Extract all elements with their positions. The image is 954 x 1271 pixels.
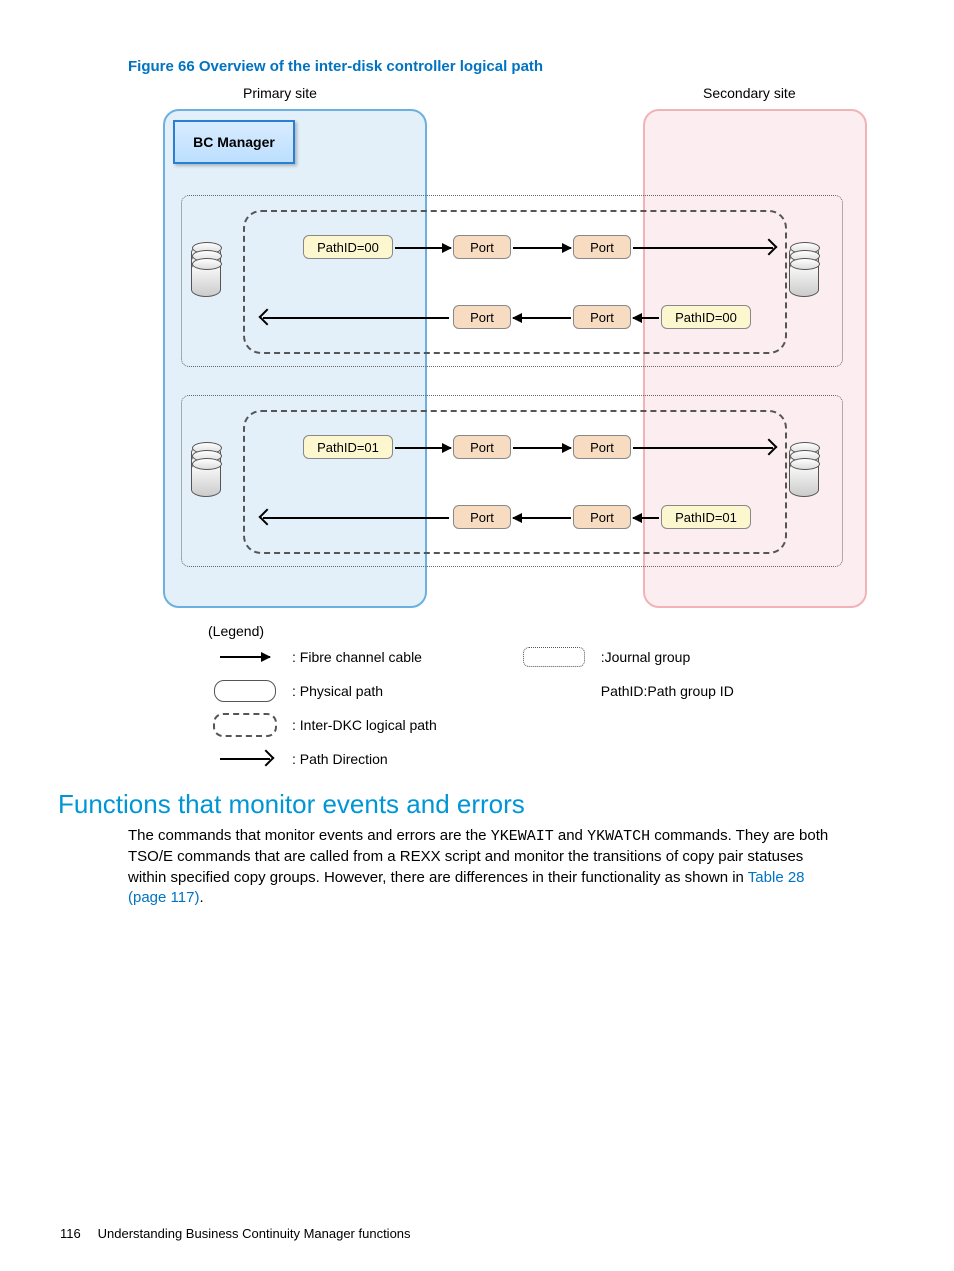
chapter-title: Understanding Business Continuity Manage… — [98, 1226, 411, 1241]
text: . — [199, 889, 203, 906]
logical-path-2 — [243, 410, 787, 554]
path-direction-icon — [220, 758, 270, 760]
legend-title: (Legend) — [208, 623, 828, 639]
text: and — [554, 827, 587, 844]
disk-icon — [789, 245, 835, 295]
disk-icon — [789, 445, 835, 495]
pathid-00-right: PathID=00 — [661, 305, 751, 329]
page-number: 116 — [60, 1226, 94, 1241]
legend-row: :Journal group — [517, 645, 734, 669]
fibre-arrow-icon — [220, 656, 270, 658]
legend-row: : Fibre channel cable — [208, 645, 437, 669]
port-box: Port — [453, 435, 511, 459]
legend-text: : Physical path — [292, 683, 383, 699]
pathid-00-left: PathID=00 — [303, 235, 393, 259]
physical-path-icon — [214, 680, 276, 702]
body-paragraph: The commands that monitor events and err… — [128, 826, 834, 908]
path-direction-icon — [263, 317, 449, 319]
path-direction-icon — [633, 447, 773, 449]
figure-66-diagram: Primary site Secondary site BC Manager P… — [163, 85, 883, 605]
port-box: Port — [453, 505, 511, 529]
fibre-arrow-icon — [513, 317, 571, 319]
primary-site-label: Primary site — [243, 85, 317, 101]
fibre-arrow-icon — [513, 447, 571, 449]
legend-text: :Journal group — [601, 649, 691, 665]
disk-icon — [191, 445, 237, 495]
pathid-01-left: PathID=01 — [303, 435, 393, 459]
port-box: Port — [573, 305, 631, 329]
journal-group-icon — [523, 647, 585, 667]
text: The commands that monitor events and err… — [128, 827, 491, 844]
inter-dkc-icon — [213, 713, 277, 737]
port-box: Port — [573, 235, 631, 259]
bc-manager-box: BC Manager — [173, 120, 295, 164]
disk-icon — [191, 245, 237, 295]
legend-text: : Path Direction — [292, 751, 388, 767]
fibre-arrow-icon — [633, 517, 659, 519]
port-box: Port — [573, 505, 631, 529]
pathid-01-right: PathID=01 — [661, 505, 751, 529]
port-box: Port — [453, 305, 511, 329]
logical-path-1 — [243, 210, 787, 354]
fibre-arrow-icon — [513, 247, 571, 249]
fibre-arrow-icon — [395, 447, 451, 449]
legend-text: : Fibre channel cable — [292, 649, 422, 665]
legend-row: : Physical path — [208, 679, 437, 703]
legend-row: PathID:Path group ID — [517, 679, 734, 703]
fibre-arrow-icon — [395, 247, 451, 249]
section-heading: Functions that monitor events and errors — [58, 789, 894, 820]
secondary-site-label: Secondary site — [703, 85, 796, 101]
legend: (Legend) : Fibre channel cable : Physica… — [208, 623, 828, 771]
legend-row: : Inter-DKC logical path — [208, 713, 437, 737]
page-footer: 116 Understanding Business Continuity Ma… — [60, 1226, 411, 1241]
command-ykwatch: YKWATCH — [587, 828, 650, 845]
legend-row: : Path Direction — [208, 747, 437, 771]
command-ykewait: YKEWAIT — [491, 828, 554, 845]
legend-text: PathID:Path group ID — [601, 683, 734, 699]
port-box: Port — [573, 435, 631, 459]
port-box: Port — [453, 235, 511, 259]
figure-caption: Figure 66 Overview of the inter-disk con… — [128, 58, 894, 75]
legend-text: : Inter-DKC logical path — [292, 717, 437, 733]
path-direction-icon — [633, 247, 773, 249]
fibre-arrow-icon — [633, 317, 659, 319]
fibre-arrow-icon — [513, 517, 571, 519]
path-direction-icon — [263, 517, 449, 519]
